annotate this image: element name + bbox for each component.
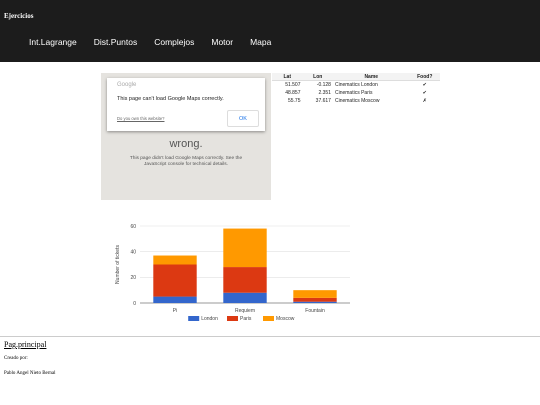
author-name: Pablo Angel Nieto Bernal (4, 371, 56, 376)
nav-int-lagrange[interactable]: Int.Lagrange (29, 37, 77, 47)
map-error-text: This page didn't load Google Maps correc… (129, 156, 243, 167)
bar-segment-moscow (293, 290, 337, 298)
y-tick-label: 40 (130, 249, 136, 255)
cell-name: Cinematics Paris (334, 90, 373, 96)
nav-mapa[interactable]: Mapa (250, 37, 271, 47)
nav-complejos[interactable]: Complejos (154, 37, 194, 47)
nav-dist-puntos[interactable]: Dist.Puntos (94, 37, 137, 47)
x-tick-label: Pi (173, 308, 177, 314)
cell-lon: -0.128 (316, 82, 331, 88)
col-name[interactable]: Name (332, 73, 410, 81)
created-by-label: Creado por: (4, 356, 28, 361)
cell-lat: 55.75 (287, 98, 301, 104)
bar-segment-london (293, 301, 337, 303)
table-row[interactable]: 51.507 -0.128 Cinematics London ✔ (272, 81, 440, 90)
col-lat[interactable]: Lat (272, 73, 303, 81)
cell-lat: 48.857 (285, 90, 301, 96)
brand-title[interactable]: Ejercicios (4, 12, 33, 20)
legend-label: London (201, 316, 218, 322)
bar-segment-london (223, 292, 267, 303)
cell-lat: 51.507 (285, 82, 301, 88)
bar-segment-moscow (223, 228, 267, 268)
bar-segment-paris (293, 297, 337, 302)
own-website-link[interactable]: Do you own this website? (117, 116, 164, 121)
x-tick-label: Fountain (305, 308, 325, 314)
bar-segment-paris (153, 264, 197, 297)
table-header-row: Lat Lon Name Food? (272, 73, 440, 81)
col-lon[interactable]: Lon (302, 73, 333, 81)
cell-food: ✔ (422, 90, 427, 96)
table-row[interactable]: 55.75 37.617 Cinematics Moscow ✗ (272, 97, 440, 105)
cell-name: Cinematics London (334, 82, 378, 88)
legend-swatch-paris (227, 316, 238, 321)
top-navbar: Ejercicios Int.Lagrange Dist.Puntos Comp… (0, 0, 540, 62)
home-page-link[interactable]: Pag.principal (4, 340, 46, 349)
nav-motor[interactable]: Motor (211, 37, 233, 47)
nav-menu: Int.Lagrange Dist.Puntos Complejos Motor… (29, 37, 271, 47)
col-food[interactable]: Food? (409, 73, 440, 81)
bar-segment-paris (223, 267, 267, 293)
y-axis-title: Number of tickets (115, 245, 121, 284)
map-error-dialog: Google This page can't load Google Maps … (107, 78, 265, 131)
table-row[interactable]: 48.857 2.351 Cinematics Paris ✔ (272, 89, 440, 97)
y-tick-label: 20 (130, 275, 136, 281)
y-tick-label: 60 (130, 224, 136, 230)
google-logo: Google (117, 82, 137, 88)
legend-label: Paris (240, 316, 252, 322)
cinemas-table: Lat Lon Name Food? 51.507 -0.128 Cinemat… (272, 73, 440, 105)
cell-food: ✔ (422, 82, 427, 88)
dialog-message: This page can't load Google Maps correct… (117, 96, 224, 102)
ok-button[interactable]: OK (227, 110, 259, 127)
footer-divider (0, 336, 540, 337)
tickets-stacked-bar-chart: 0 20 40 60 Number of tickets Pi Requiem Fountai… (115, 224, 350, 322)
legend-label: Moscow (276, 316, 295, 322)
bar-segment-london (153, 296, 197, 303)
cell-lon: 37.617 (315, 98, 331, 104)
y-tick-label: 0 (133, 301, 136, 307)
cell-lon: 2.351 (318, 90, 331, 96)
x-tick-label: Requiem (235, 308, 255, 314)
cell-name: Cinematics Moscow (334, 98, 380, 104)
cell-food: ✗ (422, 98, 427, 104)
legend-swatch-moscow (263, 316, 274, 321)
legend-swatch-london (188, 316, 200, 321)
map-error-title: wrong. (169, 138, 203, 150)
bar-segment-moscow (153, 255, 197, 265)
